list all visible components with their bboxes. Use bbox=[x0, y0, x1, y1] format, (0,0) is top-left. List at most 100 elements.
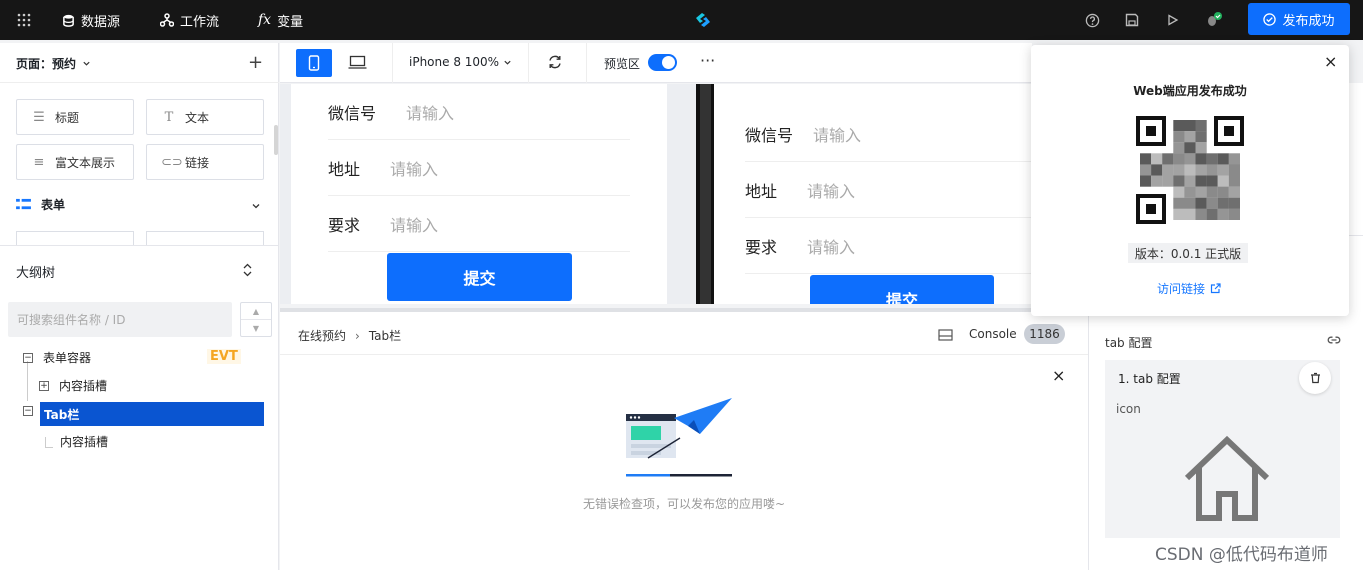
console-tab[interactable]: Console bbox=[969, 327, 1017, 341]
search-stepper[interactable]: ▲ ▼ bbox=[240, 302, 272, 337]
save-icon[interactable] bbox=[1125, 0, 1139, 40]
breadcrumb: 在线预约 › Tab栏 bbox=[298, 327, 401, 344]
variables-label: 变量 bbox=[277, 14, 304, 30]
scrollbar[interactable] bbox=[274, 125, 278, 155]
component-title[interactable]: ☰ 标题 bbox=[16, 99, 134, 135]
search-input[interactable]: 可搜索组件名称 / ID bbox=[8, 302, 232, 337]
component-partial[interactable] bbox=[16, 231, 134, 245]
tree-node-slot[interactable]: + 内容插槽 bbox=[39, 377, 107, 394]
popup-title: Web端应用发布成功 bbox=[1133, 84, 1247, 98]
workflow-button[interactable]: 工作流 bbox=[160, 0, 219, 40]
collapse-icon[interactable]: − bbox=[23, 406, 33, 416]
logo-icon bbox=[693, 0, 713, 40]
breadcrumb-item[interactable]: 在线预约 bbox=[298, 327, 346, 344]
apps-menu-icon[interactable] bbox=[16, 0, 32, 40]
delete-button[interactable] bbox=[1299, 362, 1331, 394]
divider bbox=[528, 43, 529, 83]
expand-collapse-icon[interactable] bbox=[242, 263, 253, 277]
link-icon: ⊂⊃ bbox=[161, 154, 183, 170]
field-placeholder: 请输入 bbox=[406, 103, 455, 123]
expand-icon[interactable]: + bbox=[39, 380, 49, 391]
evt-badge[interactable]: EVT bbox=[207, 349, 241, 364]
component-label: 链接 bbox=[185, 155, 210, 170]
form-field-wechat[interactable]: 微信号 请输入 bbox=[328, 84, 630, 140]
component-partial[interactable] bbox=[146, 231, 264, 245]
icon-field-label: icon bbox=[1116, 402, 1141, 416]
datasource-label: 数据源 bbox=[81, 14, 121, 30]
tree-node-slot[interactable]: 内容插槽 bbox=[60, 433, 108, 450]
tree-line bbox=[27, 361, 28, 401]
breadcrumb-item[interactable]: Tab栏 bbox=[369, 327, 401, 344]
qr-code-icon bbox=[1136, 116, 1244, 224]
collapse-icon[interactable]: − bbox=[23, 352, 33, 363]
variables-button[interactable]: fx 变量 bbox=[258, 0, 303, 40]
qr-code bbox=[1136, 116, 1244, 224]
publish-success-button[interactable]: 发布成功 bbox=[1248, 3, 1350, 35]
chevron-down-icon[interactable] bbox=[251, 201, 261, 211]
field-label: 要求 bbox=[328, 215, 361, 235]
field-placeholder: 请输入 bbox=[390, 159, 439, 179]
field-label: 微信号 bbox=[745, 125, 794, 145]
chevron-right-icon: › bbox=[355, 328, 360, 343]
tree-line bbox=[45, 437, 46, 447]
mobile-device-button[interactable] bbox=[296, 49, 332, 77]
submit-button[interactable]: 提交 bbox=[387, 253, 572, 301]
tree-node-form-container[interactable]: − 表单容器 bbox=[23, 349, 91, 366]
help-icon[interactable] bbox=[1085, 0, 1100, 40]
top-bar: 数据源 工作流 fx 变量 发布成功 bbox=[0, 0, 1363, 40]
component-text[interactable]: T 文本 bbox=[146, 99, 264, 135]
phone-frame-edge bbox=[700, 84, 711, 304]
tree-node-tabbar-toggle[interactable]: − bbox=[23, 406, 33, 416]
form-field-address[interactable]: 地址 请输入 bbox=[328, 140, 630, 196]
close-icon[interactable]: × bbox=[1324, 52, 1337, 71]
form-field-requirement[interactable]: 要求 请输入 bbox=[745, 218, 1032, 274]
publish-label: 发布成功 bbox=[1282, 13, 1335, 29]
field-label: 地址 bbox=[328, 159, 361, 179]
debug-bug-icon[interactable] bbox=[1205, 0, 1223, 40]
empty-state-illustration-icon bbox=[626, 398, 732, 477]
more-icon[interactable]: ··· bbox=[700, 51, 715, 70]
add-page-icon[interactable]: + bbox=[248, 52, 263, 73]
stepper-up-icon[interactable]: ▲ bbox=[241, 303, 271, 320]
refresh-icon[interactable] bbox=[547, 54, 563, 74]
device-select[interactable]: iPhone 8 100% bbox=[409, 55, 512, 69]
divider bbox=[0, 82, 279, 83]
close-icon[interactable]: × bbox=[1052, 366, 1065, 385]
component-link[interactable]: ⊂⊃ 链接 bbox=[146, 144, 264, 180]
publish-success-popup: × Web端应用发布成功 版本：0.0.1 正式版 访问链接 bbox=[1031, 45, 1349, 316]
link-icon[interactable] bbox=[1327, 335, 1341, 345]
tree-line bbox=[45, 447, 53, 448]
tab-item-title: 1. tab 配置 bbox=[1118, 372, 1181, 386]
panel-layout-icon[interactable] bbox=[938, 329, 953, 341]
preview-play-icon[interactable] bbox=[1167, 0, 1179, 40]
home-icon[interactable] bbox=[1179, 434, 1275, 524]
field-placeholder: 请输入 bbox=[390, 215, 439, 235]
stepper-down-icon[interactable]: ▼ bbox=[241, 320, 271, 336]
divider bbox=[392, 43, 393, 83]
desktop-device-button[interactable] bbox=[348, 55, 367, 74]
visit-link[interactable]: 访问链接 bbox=[1157, 280, 1221, 297]
field-label: 微信号 bbox=[328, 103, 377, 123]
form-field-requirement[interactable]: 要求 请输入 bbox=[328, 196, 630, 252]
preview-toggle[interactable] bbox=[648, 54, 677, 71]
component-richtext[interactable]: ≡ 富文本展示 bbox=[16, 144, 134, 180]
field-label: 地址 bbox=[745, 181, 778, 201]
form-field-address[interactable]: 地址 请输入 bbox=[745, 162, 1032, 218]
page-title: 页面：预约 bbox=[16, 57, 77, 71]
empty-state-text: 无错误检查项，可以发布您的应用喽~ bbox=[582, 497, 786, 511]
toggle-knob bbox=[662, 56, 675, 69]
database-icon bbox=[63, 14, 74, 27]
section-title: tab 配置 bbox=[1105, 336, 1153, 350]
component-label: 标题 bbox=[55, 110, 80, 125]
external-link-icon bbox=[1210, 283, 1221, 294]
submit-button[interactable]: 提交 bbox=[810, 275, 994, 304]
trash-icon bbox=[1310, 372, 1320, 384]
datasource-button[interactable]: 数据源 bbox=[62, 0, 120, 40]
group-form[interactable]: 表单 bbox=[16, 196, 65, 213]
page-selector[interactable]: 页面：预约 bbox=[16, 55, 91, 72]
form-field-wechat[interactable]: 微信号 请输入 bbox=[745, 106, 1032, 162]
divider bbox=[586, 43, 587, 83]
canvas-area: 微信号 请输入 地址 请输入 要求 请输入 提交 微信号 请输入 地址 请输入 … bbox=[280, 84, 1032, 304]
tree-node-tabbar[interactable]: Tab栏 bbox=[40, 402, 264, 426]
field-placeholder: 请输入 bbox=[807, 181, 856, 201]
